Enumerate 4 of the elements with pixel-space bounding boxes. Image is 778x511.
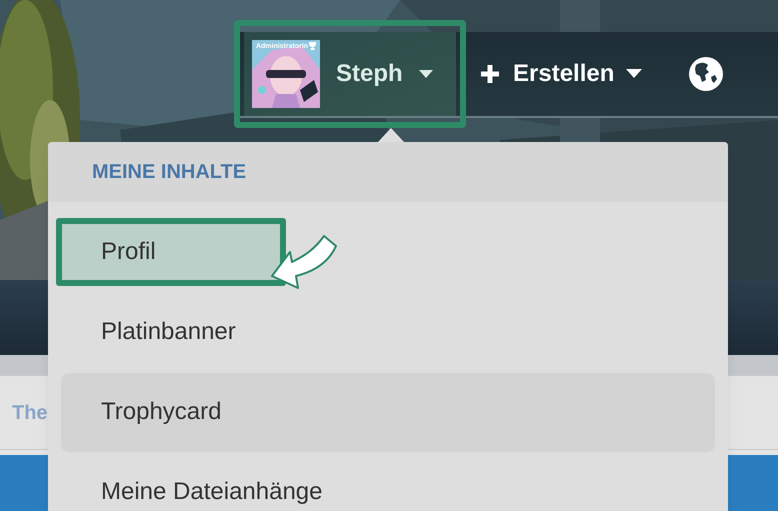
menu-item[interactable]: Meine Dateianhänge [48, 452, 322, 511]
menu-item[interactable]: Trophycard [61, 372, 715, 452]
menu-item[interactable]: Platinbanner [48, 292, 236, 372]
panel-title: The [12, 400, 48, 426]
